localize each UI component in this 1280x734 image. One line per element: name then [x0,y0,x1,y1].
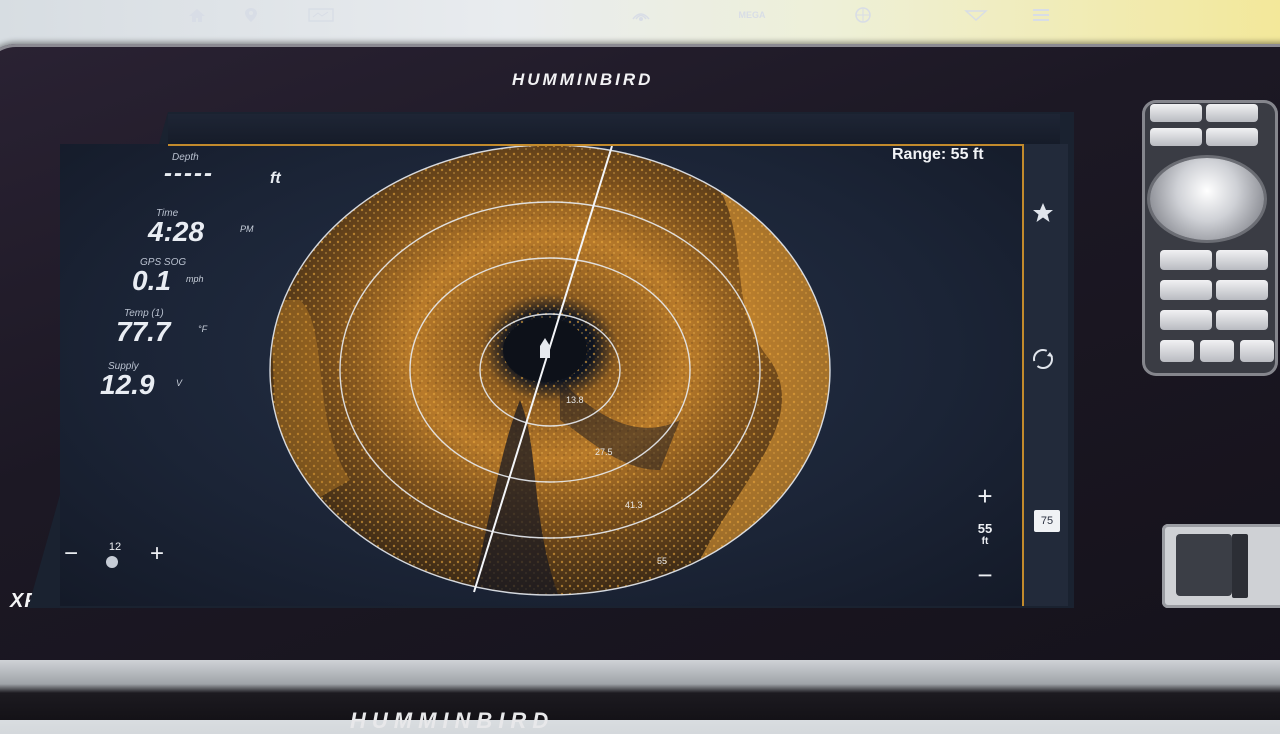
keypad-key-8[interactable] [1216,280,1268,300]
top-toolbar [168,114,1060,146]
card-slot-switch[interactable] [1232,534,1248,598]
keypad-key-6[interactable] [1216,250,1268,270]
depth-value: ----- [164,160,214,187]
keypad-key-5[interactable] [1160,250,1212,270]
star-icon[interactable] [1028,200,1058,226]
keypad-key-9[interactable] [1160,310,1212,330]
keypad-key-1[interactable] [1150,104,1202,122]
keypad-key-11[interactable] [1160,340,1194,362]
keypad-key-7[interactable] [1160,280,1212,300]
gain-value: 12 [108,541,122,553]
rotate-view-icon[interactable] [1028,344,1058,374]
temp-unit: °F [198,324,208,334]
menu-icon[interactable] [1028,0,1054,30]
chart-view-icon[interactable] [304,0,338,30]
ring-label-4: 55 [657,556,668,566]
card-slot-latch[interactable] [1176,534,1232,596]
supply-unit: V [176,378,183,388]
360-icon[interactable] [850,0,876,30]
gain-minus-button[interactable]: − [56,540,86,568]
ring-label-3: 41.3 [625,500,643,510]
keypad-key-3[interactable] [1150,128,1202,146]
keypad-key-10[interactable] [1216,310,1268,330]
zoom-in-button[interactable]: + [966,481,1004,511]
zoom-range-unit: ft [981,535,989,547]
keypad-key-4[interactable] [1206,128,1258,146]
time-value: 4:28 [148,216,205,247]
value-badge[interactable]: 75 [1034,510,1060,532]
keypad-key-13[interactable] [1240,340,1274,362]
gps-sog-unit: mph [186,274,204,284]
joystick-dial[interactable] [1150,158,1264,240]
mega-mode-label[interactable]: MEGA [730,0,774,30]
gain-plus-button[interactable]: + [142,540,172,568]
zoom-out-button[interactable]: − [966,560,1004,590]
depth-unit: ft [270,170,281,187]
waypoint-pin-icon[interactable] [238,0,264,30]
ring-label-2: 27.5 [595,447,613,457]
ring-label-1: 13.8 [566,395,584,405]
gps-sog-value: 0.1 [132,265,171,296]
gain-icon [106,556,118,568]
sonar-360-image[interactable] [0,0,1280,720]
home-icon[interactable] [184,0,210,30]
keypad-key-2[interactable] [1206,104,1258,122]
keypad-key-12[interactable] [1200,340,1234,362]
time-unit: PM [240,224,254,234]
supply-value: 12.9 [100,369,155,400]
bottom-lock-icon[interactable] [962,0,990,30]
range-readout: Range: 55 ft [892,146,984,163]
temp-value: 77.7 [116,316,171,347]
sonar-icon[interactable] [628,0,654,30]
